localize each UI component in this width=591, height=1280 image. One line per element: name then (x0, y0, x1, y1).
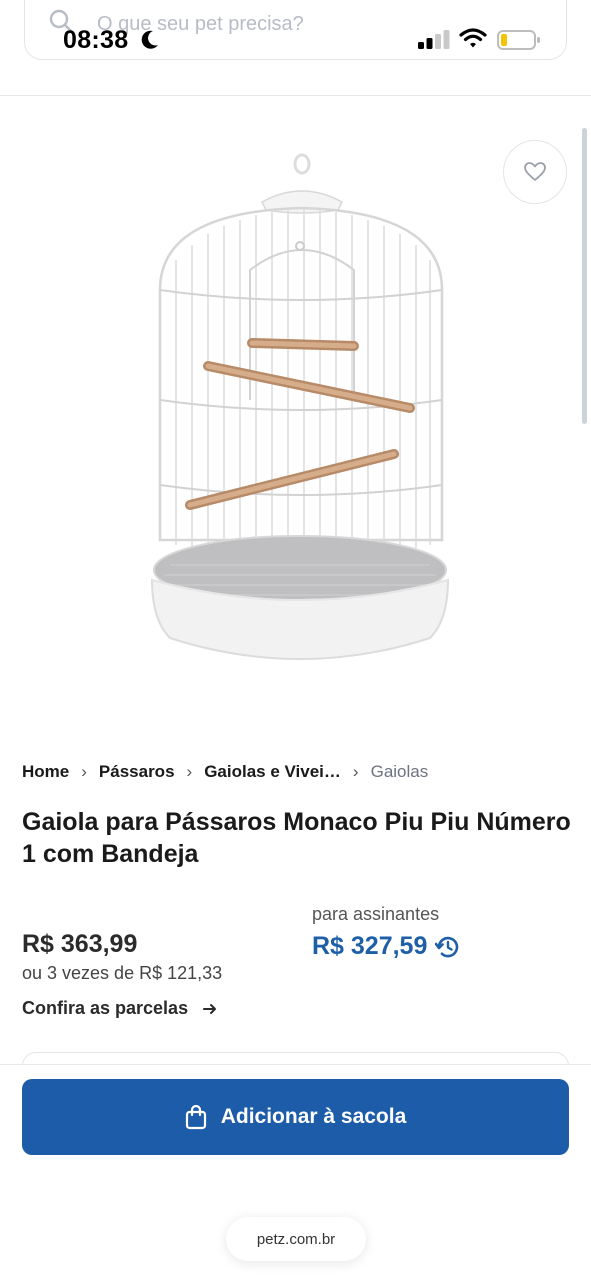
breadcrumb: Home › Pássaros › Gaiolas e Vivei… › Gai… (22, 762, 428, 782)
subscriber-label: para assinantes (312, 904, 440, 924)
product-price: R$ 363,99 (22, 930, 138, 958)
favorite-button[interactable] (503, 140, 567, 204)
breadcrumb-passaros[interactable]: Pássaros (99, 762, 175, 782)
chevron-right-icon: › (352, 762, 359, 781)
battery-icon (497, 30, 540, 50)
wifi-icon (459, 28, 487, 48)
subscriber-price-row: R$ 327,59 (312, 932, 461, 961)
moon-icon (141, 30, 158, 49)
scrollbar[interactable] (582, 128, 587, 424)
browser-url: petz.com.br (256, 1230, 336, 1248)
breadcrumb-home[interactable]: Home (22, 762, 69, 782)
header-divider (0, 95, 591, 96)
shopping-bag-icon (185, 1104, 206, 1130)
add-to-bag-label: Adicionar à sacola (220, 1105, 407, 1128)
recurrence-icon (435, 936, 459, 957)
chevron-right-icon: › (81, 762, 87, 781)
product-title: Gaiola para Pássaros Monaco Piu Piu Núme… (22, 808, 571, 868)
breadcrumb-gaiolas: Gaiolas (370, 762, 429, 781)
bottom-action-bar: Adicionar à sacola petz.com.br (0, 1064, 591, 1280)
heart-icon (524, 162, 546, 181)
chevron-right-icon: › (186, 762, 193, 781)
add-to-bag-button[interactable]: Adicionar à sacola (22, 1079, 569, 1155)
breadcrumb-gaiolas-viveiros[interactable]: Gaiolas e Vivei… (204, 762, 341, 782)
browser-url-bar[interactable]: petz.com.br (226, 1217, 366, 1261)
product-image (150, 153, 450, 660)
subscriber-price: R$ 327,59 (312, 932, 428, 960)
installments-link[interactable]: Confira as parcelas (22, 998, 218, 1019)
status-time: 08:38 (63, 26, 129, 54)
installments-link-label: Confira as parcelas (22, 998, 189, 1018)
installments-text: ou 3 vezes de R$ 121,33 (22, 963, 223, 983)
signal-icon (418, 30, 450, 49)
arrow-right-icon (203, 1003, 217, 1014)
